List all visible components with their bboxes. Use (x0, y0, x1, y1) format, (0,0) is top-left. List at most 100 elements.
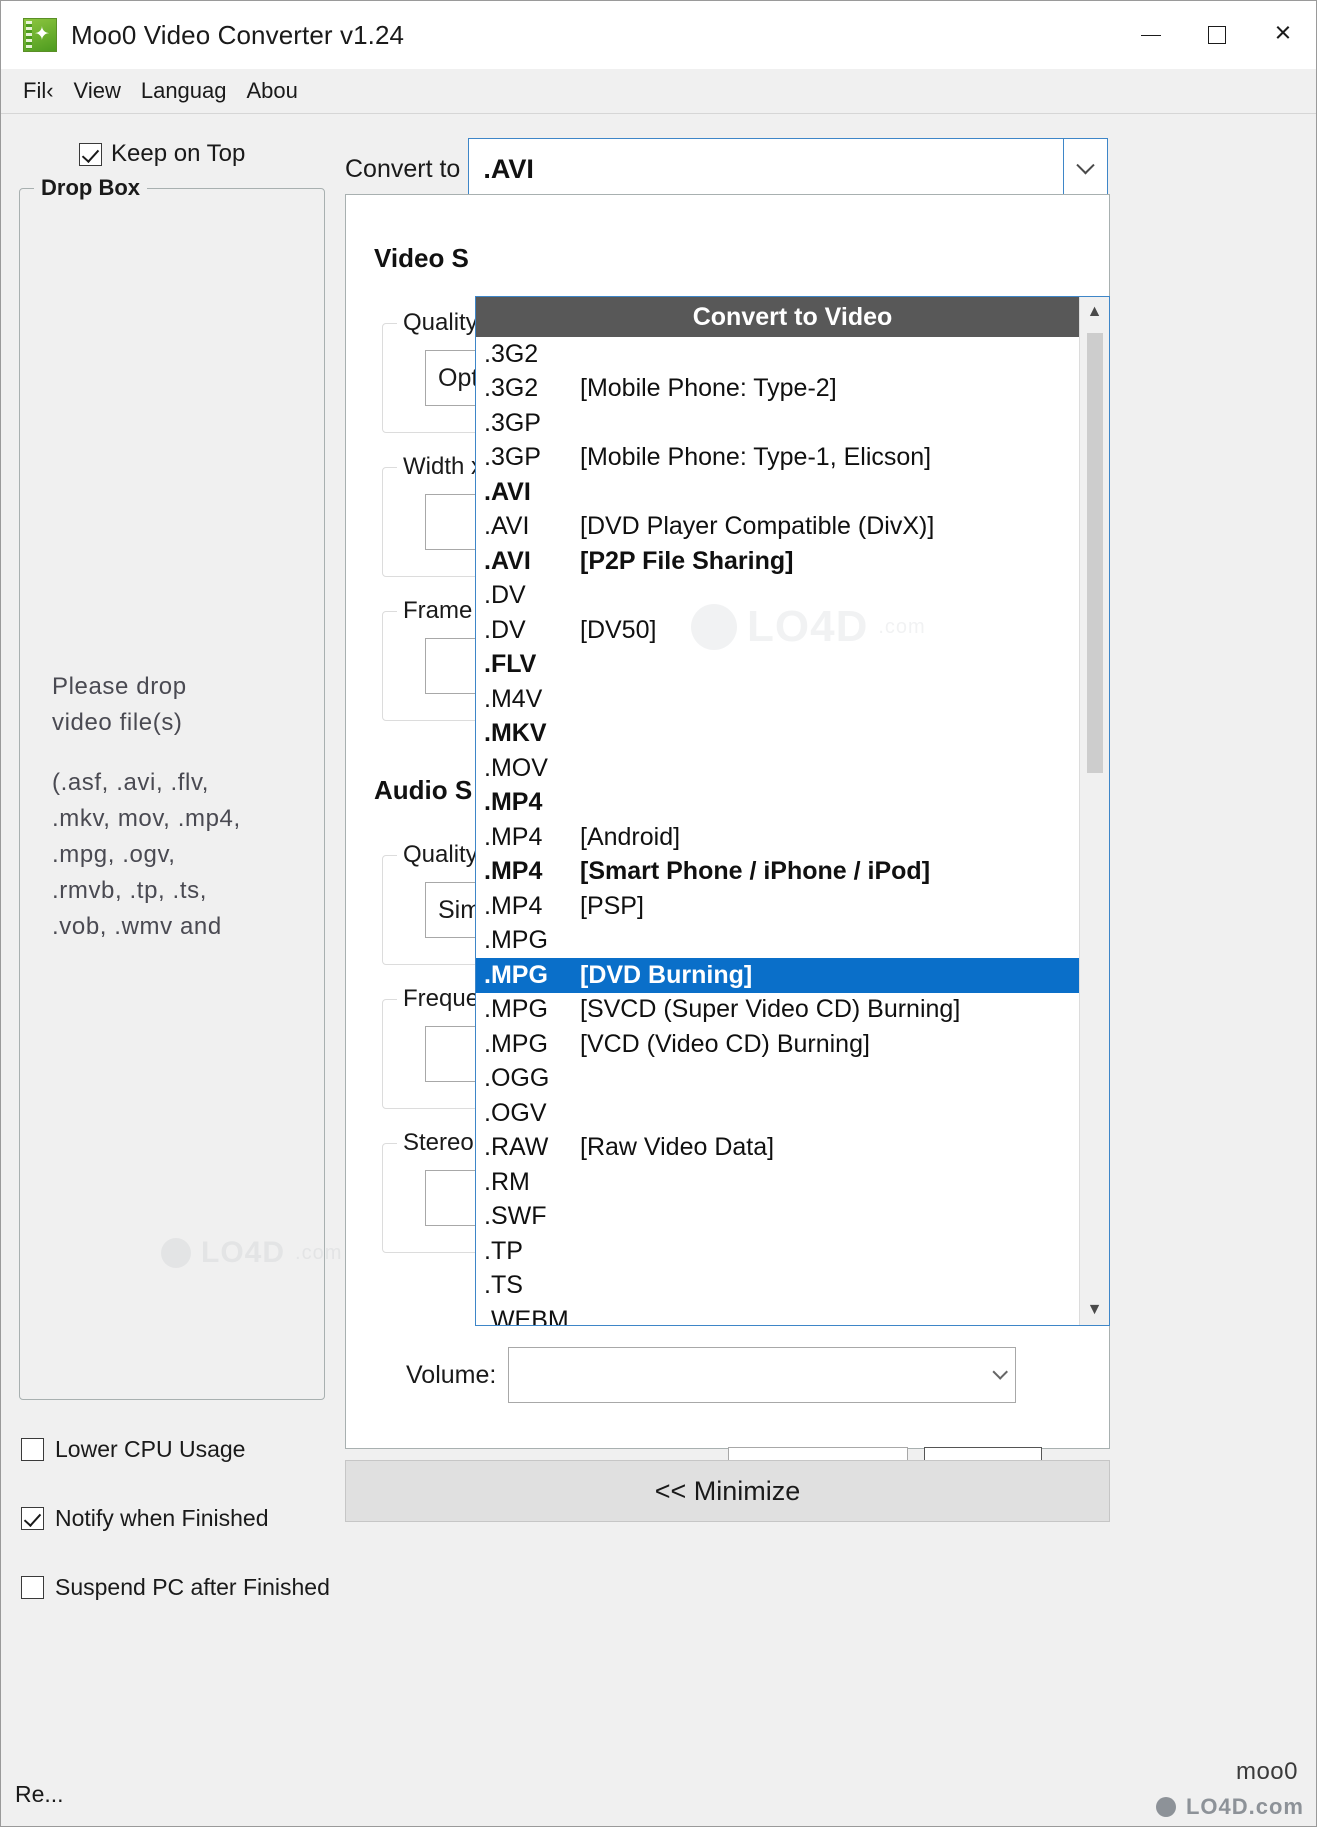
dropdown-item-desc: [Mobile Phone: Type-2] (580, 374, 837, 403)
dropdown-item-ext: .MP4 (484, 822, 543, 851)
dropdown-item-ext: .M4V (484, 684, 543, 713)
dropdown-item[interactable]: .MP4 [Android] (476, 820, 1109, 855)
dropdown-item[interactable]: .3GP [Mobile Phone: Type-1, Elicson] (476, 441, 1109, 476)
volume-chevron-down-icon[interactable] (992, 1363, 1009, 1380)
dropdown-item[interactable]: .MOV (476, 751, 1109, 786)
dropdown-item-ext: .TP (484, 1236, 523, 1265)
audio-settings-title: Audio S (374, 775, 473, 805)
app-window: ✦ Moo0 Video Converter v1.24 × Fil‹ View… (0, 0, 1317, 1827)
dropdown-item[interactable]: .WEBM (476, 1303, 1109, 1325)
dropdown-item[interactable]: .AVI [P2P File Sharing] (476, 544, 1109, 579)
dropdown-item-desc: [DV50] (580, 615, 657, 644)
dropdown-item[interactable]: .DV (476, 579, 1109, 614)
menu-item-language[interactable]: Languag (131, 78, 237, 104)
dropdown-item[interactable]: .DV [DV50] (476, 613, 1109, 648)
menu-bar: Fil‹ View Languag Abou (1, 69, 1316, 113)
video-framerate-label: Frame (397, 597, 479, 625)
drop-line-1: Please drop (52, 673, 187, 700)
dropdown-item[interactable]: .OGG (476, 1062, 1109, 1097)
dropdown-item[interactable]: .MP4 (476, 786, 1109, 821)
keep-on-top-row[interactable]: Keep on Top (79, 140, 245, 168)
dropdown-item-ext: .FLV (484, 650, 537, 679)
dropdown-header: Convert to Video (476, 297, 1109, 337)
drop-formats-2: .mkv, mov, .mp4, (52, 805, 241, 832)
menu-item-about[interactable]: Abou (237, 78, 308, 104)
dropdown-list[interactable]: .3G2 .3G2 [Mobile Phone: Type-2] .3GP .3GP [M… (476, 337, 1109, 1325)
dropdown-item-ext: .OGG (484, 1064, 550, 1093)
dropdown-item[interactable]: .MKV (476, 717, 1109, 752)
dropdown-item-ext: .MP4 (484, 857, 543, 886)
dropdown-item[interactable]: .MPG [DVD Burning] (476, 958, 1109, 993)
dropdown-item-desc: [DVD Burning] (580, 960, 753, 989)
dropdown-item-ext: .DV (484, 581, 526, 610)
scroll-down-icon[interactable]: ▼ (1080, 1295, 1110, 1325)
drop-formats-3: .mpg, .ogv, (52, 841, 176, 868)
dropdown-item[interactable]: .RM (476, 1165, 1109, 1200)
video-quality-label: Quality (397, 309, 484, 337)
video-settings-title: Video S (374, 243, 469, 273)
dropdown-item-ext: .MPG (484, 1029, 548, 1058)
minimize-view-button[interactable]: << Minimize (345, 1460, 1110, 1522)
close-button[interactable]: × (1250, 1, 1316, 69)
dropdown-item[interactable]: .MPG [VCD (Video CD) Burning] (476, 1027, 1109, 1062)
dropdown-item[interactable]: .RAW [Raw Video Data] (476, 1131, 1109, 1166)
convert-to-combobox[interactable]: .AVI (468, 138, 1109, 200)
window-title: Moo0 Video Converter v1.24 (71, 19, 405, 50)
dropdown-item-ext: .RM (484, 1167, 530, 1196)
dropdown-item-ext: .RAW (484, 1133, 549, 1162)
dropdown-item-ext: .MPG (484, 960, 548, 989)
dropdown-item-ext: .TS (484, 1271, 523, 1300)
notify-when-finished-label: Notify when Finished (55, 1505, 269, 1531)
dropdown-item[interactable]: .AVI [DVD Player Compatible (DivX)] (476, 510, 1109, 545)
dropdown-item-desc: [DVD Player Compatible (DivX)] (580, 512, 935, 541)
maximize-button[interactable] (1184, 1, 1250, 69)
dropdown-item[interactable]: .SWF (476, 1200, 1109, 1235)
dropdown-item-ext: .SWF (484, 1202, 547, 1231)
dropdown-item-ext: .MPG (484, 926, 548, 955)
scrollbar-thumb[interactable] (1087, 333, 1103, 773)
notify-when-finished-checkbox[interactable] (21, 1507, 44, 1530)
dropdown-item[interactable]: .3GP (476, 406, 1109, 441)
dropdown-item[interactable]: .MPG (476, 924, 1109, 959)
drop-formats-5: .vob, .wmv and (52, 913, 222, 940)
dropdown-item[interactable]: .MP4 [PSP] (476, 889, 1109, 924)
dropdown-item-ext: .MP4 (484, 891, 543, 920)
dropdown-item[interactable]: .TP (476, 1234, 1109, 1269)
lower-cpu-usage-checkbox[interactable] (21, 1438, 44, 1461)
dropdown-item[interactable]: .MPG [SVCD (Super Video CD) Burning] (476, 993, 1109, 1028)
suspend-pc-row[interactable]: Suspend PC after Finished (21, 1574, 330, 1601)
dropdown-item-ext: .MOV (484, 753, 548, 782)
dropdown-item-desc: [SVCD (Super Video CD) Burning] (580, 995, 961, 1024)
notify-when-finished-row[interactable]: Notify when Finished (21, 1505, 330, 1532)
menu-item-file[interactable]: Fil‹ (13, 78, 64, 104)
dropdown-item[interactable]: .3G2 [Mobile Phone: Type-2] (476, 372, 1109, 407)
dropdown-item-ext: .AVI (484, 512, 530, 541)
dropdown-item-ext: .MP4 (484, 788, 543, 817)
dropdown-item[interactable]: .FLV (476, 648, 1109, 683)
dropdown-item[interactable]: .AVI (476, 475, 1109, 510)
keep-on-top-checkbox[interactable] (79, 142, 102, 166)
dropdown-item-ext: .3G2 (484, 374, 539, 403)
scroll-up-icon[interactable]: ▲ (1080, 297, 1110, 327)
chevron-down-icon[interactable] (1063, 139, 1108, 199)
dropdown-item-ext: .AVI (484, 477, 531, 506)
brand-mark: moo0 (1235, 1758, 1298, 1785)
dropdown-item[interactable]: .MP4 [Smart Phone / iPhone / iPod] (476, 855, 1109, 890)
dropdown-item-ext: .OGV (484, 1098, 547, 1127)
suspend-pc-checkbox[interactable] (21, 1576, 44, 1599)
menu-item-view[interactable]: View (64, 78, 131, 104)
minimize-button[interactable] (1118, 1, 1184, 69)
lower-cpu-usage-row[interactable]: Lower CPU Usage (21, 1436, 330, 1463)
dropdown-item[interactable]: .3G2 (476, 337, 1109, 372)
convert-to-row: Convert to .AVI (345, 138, 1109, 200)
volume-combobox[interactable] (508, 1347, 1017, 1403)
dropdown-item[interactable]: .M4V (476, 682, 1109, 717)
dropdown-item[interactable]: .OGV (476, 1096, 1109, 1131)
dropdown-item[interactable]: .TS (476, 1269, 1109, 1304)
dropdown-scrollbar[interactable]: ▲ ▼ (1079, 297, 1109, 1325)
convert-to-dropdown[interactable]: Convert to Video .3G2 .3G2 [Mobile Phone: … (475, 296, 1110, 1326)
drop-box-group[interactable]: Drop Box Please drop video file(s) (.asf… (19, 175, 325, 1400)
dropdown-item-ext: .WEBM (484, 1305, 569, 1325)
left-options: Lower CPU Usage Notify when Finished Sus… (21, 1436, 330, 1643)
dropdown-item-ext: .DV (484, 615, 526, 644)
